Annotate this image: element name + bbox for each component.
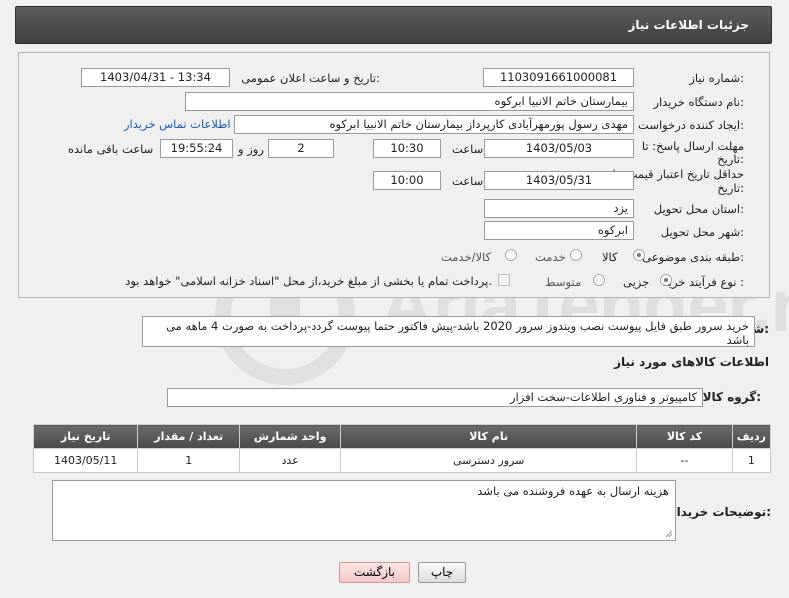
purchase-option-medium: متوسط (545, 275, 582, 289)
goods-section-title: اطلاعات کالاهای مورد نیاز (614, 355, 769, 369)
purchase-radio-minor[interactable] (660, 274, 672, 286)
reply-deadline-label-2: تاریخ: (717, 152, 744, 166)
reply-date-field[interactable]: 1403/05/03 (484, 139, 634, 158)
reply-time-field[interactable]: 10:30 (373, 139, 441, 158)
treasury-payment-checkbox[interactable] (498, 274, 510, 286)
table-row[interactable]: 1 -- سرور دسترسی عدد 1 1403/05/11 (32, 448, 772, 473)
treasury-payment-note: پرداخت تمام یا بخشی از مبلغ خرید،از محل … (125, 274, 492, 288)
category-option-both: کالا/خدمت (441, 250, 492, 264)
creator-label: ایجاد کننده درخواست: (638, 118, 744, 132)
category-radio-service[interactable] (570, 249, 582, 261)
column-header: نام کالا (340, 424, 638, 449)
category-option-service: خدمت (535, 250, 566, 264)
table-cell: 1 (137, 448, 241, 473)
announce-date-label: تاریخ و ساعت اعلان عمومی: (241, 71, 380, 85)
table-cell: سرور دسترسی (340, 448, 638, 473)
price-validity-label-2: تاریخ: (717, 181, 744, 195)
back-button[interactable]: بازگشت (339, 562, 410, 583)
category-radio-goods[interactable] (633, 249, 645, 261)
remaining-days-field[interactable]: 2 (268, 139, 334, 158)
remaining-time-field[interactable]: 19:55:24 (160, 139, 233, 158)
buyer-org-label: نام دستگاه خریدار: (653, 95, 744, 109)
price-validity-date-field[interactable]: 1403/05/31 (484, 171, 634, 190)
city-label: شهر محل تحویل: (660, 225, 744, 239)
purchase-option-minor: جزیی (623, 275, 650, 289)
table-header-row: ردیف کد کالا نام کالا واحد شمارش تعداد /… (32, 424, 772, 449)
category-option-goods: کالا (602, 250, 618, 264)
table-cell: -- (636, 448, 733, 473)
buyer-notes-label: توضیحات خریدار: (669, 505, 771, 519)
reply-deadline-label: مهلت ارسال پاسخ: تا (641, 139, 744, 153)
purchase-type-label: نوع فرآیند خرید : (662, 275, 744, 289)
province-field[interactable]: یزد (484, 199, 634, 218)
need-number-field[interactable]: 1103091661000081 (483, 68, 634, 87)
announce-date-field[interactable]: 1403/04/31 - 13:34 (81, 68, 230, 87)
price-validity-time-label: ساعت (452, 174, 484, 188)
reply-time-label: ساعت (452, 142, 484, 156)
items-table: ردیف کد کالا نام کالا واحد شمارش تعداد /… (32, 424, 772, 473)
column-header: واحد شمارش (239, 424, 342, 449)
table-cell: 1403/05/11 (32, 448, 139, 473)
buyer-notes-field[interactable]: هزینه ارسال به عهده فروشنده می باشد (52, 480, 676, 541)
days-label: روز و (238, 142, 264, 156)
price-validity-time-field[interactable]: 10:00 (373, 171, 441, 190)
goods-group-label: گروه کالا: (702, 390, 761, 404)
page-header: جزئیات اطلاعات نیاز (15, 6, 772, 44)
category-label: طبقه بندی موضوعی: (642, 250, 744, 264)
city-field[interactable]: ابرکوه (484, 221, 634, 240)
province-label: استان محل تحویل: (653, 202, 744, 216)
buyer-contact-link[interactable]: اطلاعات تماس خریدار (124, 117, 231, 131)
summary-field[interactable]: خرید سرور طبق فایل پیوست نصب ویندوز سرور… (142, 316, 755, 347)
table-cell: عدد (239, 448, 342, 473)
creator-field[interactable]: مهدی رسول پورمهرآبادی کارپرداز بیمارستان… (234, 115, 634, 134)
remaining-label: ساعت باقی مانده (68, 142, 154, 156)
page-title: جزئیات اطلاعات نیاز (628, 18, 749, 32)
need-number-label: شماره نیاز: (689, 71, 744, 85)
column-header: تاریخ نیاز (32, 424, 139, 449)
buyer-notes-text: هزینه ارسال به عهده فروشنده می باشد (477, 484, 669, 498)
resize-grip-icon[interactable] (665, 530, 673, 538)
print-button[interactable]: چاپ (418, 562, 466, 583)
column-header: کد کالا (636, 424, 733, 449)
column-header: تعداد / مقدار (137, 424, 241, 449)
column-header: ردیف (731, 424, 772, 449)
goods-group-field[interactable]: کامپیوتر و فناوری اطلاعات-سخت افزار (167, 388, 703, 407)
buyer-org-field[interactable]: بیمارستان خاتم الانبیا ابرکوه (185, 92, 634, 111)
table-cell: 1 (731, 448, 772, 473)
category-radio-both[interactable] (505, 249, 517, 261)
purchase-radio-medium[interactable] (593, 274, 605, 286)
